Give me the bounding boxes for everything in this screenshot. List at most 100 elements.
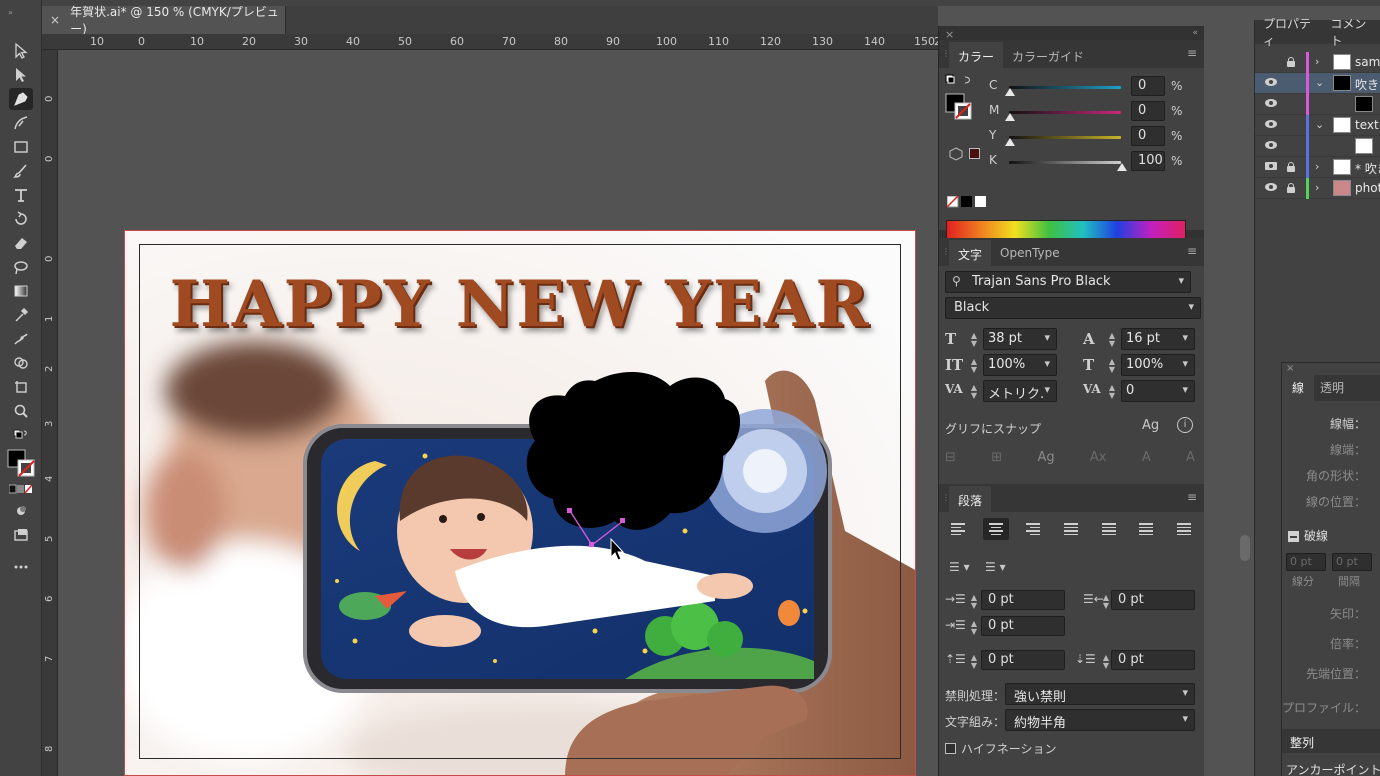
eraser-tool-icon[interactable] — [9, 232, 33, 254]
type-tool-icon[interactable] — [9, 184, 33, 206]
justify-all-icon[interactable] — [1171, 518, 1197, 540]
channel-slider-track[interactable] — [1009, 136, 1121, 139]
tab-transparency[interactable]: 透明 — [1314, 374, 1350, 401]
eyedropper-tool-icon[interactable] — [9, 304, 33, 326]
snap-italic-icon[interactable]: A — [1186, 450, 1195, 472]
color-fill-stroke-icon[interactable] — [945, 74, 979, 124]
channel-slider-handle[interactable] — [1117, 163, 1127, 171]
vertical-scale-stepper[interactable]: ▲ ▼ — [969, 358, 979, 374]
right-indent-field[interactable]: 0 pt — [1111, 590, 1195, 610]
first-line-indent-field[interactable]: 0 pt — [981, 616, 1065, 636]
kerning-field[interactable]: メトリク. ▾ — [983, 380, 1057, 402]
snap-baseline-icon[interactable]: ⊟ — [945, 450, 956, 472]
space-after-stepper[interactable]: ▲ ▼ — [1101, 654, 1111, 670]
horizontal-scale-field[interactable]: 100% ▾ — [1121, 354, 1195, 376]
left-indent-stepper[interactable]: ▲ ▼ — [969, 594, 979, 610]
fill-stroke-swatch-icon[interactable] — [7, 449, 37, 479]
panel-grip-icon[interactable]: ⋮ — [942, 49, 950, 58]
font-size-field[interactable]: 38 pt ▾ — [983, 328, 1057, 350]
channel-value-field[interactable]: 0 — [1131, 101, 1165, 121]
numbering-icon[interactable]: ☰ ▾ — [985, 560, 1006, 574]
eye-icon[interactable] — [1265, 183, 1277, 191]
snap-angular-icon[interactable]: A — [1142, 450, 1151, 472]
glyph-snap-icon[interactable]: Ag — [1142, 418, 1159, 433]
left-indent-field[interactable]: 0 pt — [981, 590, 1065, 610]
align-right-icon[interactable] — [1020, 518, 1046, 540]
panel-grip-icon[interactable]: ⋮ — [942, 247, 950, 256]
chevron-down-icon[interactable]: ⌄ — [1315, 118, 1324, 131]
tab-color-guide[interactable]: カラーガイド — [1003, 42, 1093, 68]
tab-color[interactable]: カラー — [949, 42, 1004, 68]
chevron-right-icon[interactable]: › — [1315, 181, 1319, 194]
panel-grip-icon[interactable]: ⋮ — [942, 493, 950, 502]
color-spectrum-bar[interactable] — [946, 220, 1186, 240]
shape-builder-tool-icon[interactable] — [9, 352, 33, 374]
channel-slider-handle[interactable] — [1005, 88, 1015, 96]
font-family-select[interactable]: ⚲ Trajan Sans Pro Black ▾ — [945, 271, 1191, 293]
eye-icon[interactable] — [1265, 162, 1277, 170]
eye-icon[interactable] — [1265, 141, 1277, 149]
horizontal-ruler[interactable]: 1001020304050607080901001101201301401502… — [42, 34, 938, 50]
channel-slider-track[interactable] — [1009, 111, 1121, 114]
tracking-field[interactable]: 0 ▾ — [1121, 380, 1195, 402]
horizontal-scale-stepper[interactable]: ▲ ▼ — [1107, 358, 1117, 374]
tab-comments[interactable]: コメント — [1322, 15, 1380, 49]
draw-mode-icon[interactable] — [9, 500, 33, 522]
justify-right-icon[interactable] — [1133, 518, 1159, 540]
bullets-icon[interactable]: ☰ ▾ — [949, 560, 970, 574]
tab-character[interactable]: 文字 — [949, 240, 992, 266]
snap-proximity-icon[interactable]: Ax — [1090, 450, 1107, 472]
panel-menu-icon[interactable]: ≡ — [1187, 490, 1197, 504]
snap-xheight-icon[interactable]: ⊞ — [991, 450, 1002, 472]
tab-stroke[interactable]: 線 — [1282, 374, 1315, 401]
zoom-tool-icon[interactable] — [9, 400, 33, 422]
leading-stepper[interactable]: ▲ ▼ — [1107, 332, 1117, 348]
paintbrush-tool-icon[interactable] — [9, 160, 33, 182]
layer-row[interactable]: › phot — [1255, 178, 1380, 199]
right-indent-stepper[interactable]: ▲ ▼ — [1101, 594, 1111, 610]
document-tab[interactable]: × 年賀状.ai* @ 150 % (CMYK/プレビュー) — [42, 5, 286, 36]
tracking-stepper[interactable]: ▲ ▼ — [1107, 384, 1117, 400]
snap-glyph-bounds-icon[interactable]: Ag — [1037, 450, 1054, 472]
tab-opentype[interactable]: OpenType — [991, 240, 1069, 266]
panel-close-icon[interactable]: × — [1286, 363, 1294, 374]
curvature-tool-icon[interactable] — [9, 112, 33, 134]
direct-selection-tool-icon[interactable] — [9, 64, 33, 86]
align-center-icon[interactable] — [982, 518, 1009, 540]
panel-collapse-icon[interactable]: « — [1192, 28, 1198, 38]
layer-row[interactable]: › * 吹き — [1255, 157, 1380, 178]
eye-icon[interactable] — [1265, 99, 1277, 107]
puppet-warp-tool-icon[interactable] — [9, 328, 33, 350]
dash-gap-field[interactable]: 0 pt — [1332, 553, 1372, 571]
justify-center-icon[interactable] — [1096, 518, 1122, 540]
color-mode-icons[interactable] — [9, 482, 33, 496]
dash-segment-field[interactable]: 0 pt — [1286, 553, 1326, 571]
quick-swatches-icon[interactable] — [947, 196, 987, 208]
layer-row[interactable]: › sam — [1255, 52, 1380, 73]
gradient-tool-icon[interactable] — [9, 280, 33, 302]
canvas[interactable]: HAPPY NEW YEAR — [58, 50, 938, 776]
panel-menu-icon[interactable]: ≡ — [1187, 46, 1197, 60]
font-style-select[interactable]: Black ▾ — [945, 297, 1201, 319]
lock-icon[interactable] — [1287, 57, 1295, 67]
vertical-ruler[interactable]: 0 0 0 1 2 3 4 5 6 7 8 — [42, 50, 58, 776]
selection-tool-icon[interactable] — [9, 40, 33, 62]
pen-tool-icon[interactable] — [9, 88, 33, 110]
dashed-checkbox[interactable] — [1288, 531, 1299, 542]
tab-align[interactable]: 整列 — [1290, 734, 1314, 751]
chevron-right-icon[interactable]: › — [1315, 160, 1319, 173]
rotate-tool-icon[interactable] — [9, 208, 33, 230]
layer-row[interactable] — [1255, 94, 1380, 115]
layer-row[interactable]: ⌄ 吹き — [1255, 73, 1380, 94]
eye-icon[interactable] — [1265, 120, 1277, 128]
artboard[interactable]: HAPPY NEW YEAR — [124, 230, 916, 776]
default-colors-icon[interactable] — [9, 427, 33, 445]
chevron-down-icon[interactable]: ⌄ — [1315, 76, 1324, 89]
scrollbar-thumb[interactable] — [1240, 535, 1250, 561]
channel-slider-handle[interactable] — [1005, 138, 1015, 146]
kinsoku-select[interactable]: 強い禁則 ▾ — [1005, 683, 1195, 705]
chevron-right-icon[interactable]: › — [1315, 55, 1319, 68]
channel-value-field[interactable]: 0 — [1131, 76, 1165, 96]
kerning-stepper[interactable]: ▲ ▼ — [969, 384, 979, 400]
close-tab-icon[interactable]: × — [50, 13, 60, 27]
